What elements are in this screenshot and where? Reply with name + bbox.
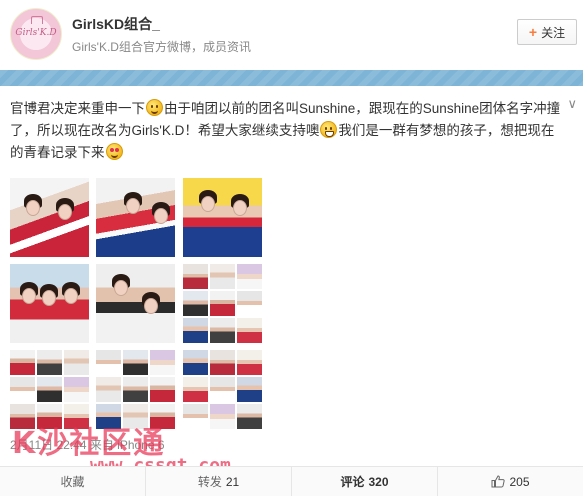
comment-label: 评论 [340, 475, 365, 489]
post-photo[interactable] [237, 377, 262, 402]
post-photo[interactable] [64, 377, 89, 402]
post-photo[interactable] [64, 350, 89, 375]
post-photo[interactable] [237, 318, 262, 343]
thumbs-up-icon [491, 475, 506, 488]
follow-label: 关注 [541, 25, 566, 40]
user-name[interactable]: GirlsKD组合_ [72, 14, 160, 34]
post-photo[interactable] [96, 404, 121, 429]
repost-count: 21 [225, 474, 240, 489]
post-photo[interactable] [210, 377, 235, 402]
post-photo[interactable] [123, 404, 148, 429]
post-photo[interactable] [96, 264, 175, 343]
like-count: 205 [509, 474, 530, 489]
post-card: ∨ 官博君决定来重申一下 由于咱团以前的团名叫Sunshine，跟现在的Sunsh… [0, 86, 583, 464]
post-photo[interactable] [150, 404, 175, 429]
post-photo[interactable] [150, 350, 175, 375]
post-photo[interactable] [183, 291, 208, 316]
post-photo[interactable] [183, 264, 208, 289]
user-header: Girls'K.D GirlsKD组合_ Girls'K.D组合官方微博，成员资… [0, 0, 583, 70]
post-photo[interactable] [210, 291, 235, 316]
comment-count: 320 [368, 474, 389, 489]
post-photo[interactable] [183, 377, 208, 402]
follow-button[interactable]: + 关注 [517, 19, 577, 45]
chevron-down-icon[interactable]: ∨ [567, 96, 577, 112]
post-photo[interactable] [10, 264, 89, 343]
post-photo[interactable] [123, 350, 148, 375]
post-photo[interactable] [183, 178, 262, 257]
post-photo[interactable] [37, 404, 62, 429]
banner-strip [0, 70, 583, 86]
smile-emoji-icon [146, 99, 163, 116]
post-photo[interactable] [96, 377, 121, 402]
repost-button[interactable]: 转发 21 [146, 467, 292, 496]
post-photo[interactable] [210, 318, 235, 343]
post-photo[interactable] [96, 178, 175, 257]
post-timestamp[interactable]: 2月11日 22:44 来自 iPhone 6 [10, 436, 165, 453]
post-photo[interactable] [237, 404, 262, 429]
post-text: 官博君决定来重申一下 由于咱团以前的团名叫Sunshine，跟现在的Sunshin… [10, 98, 562, 164]
post-photo[interactable] [183, 350, 208, 375]
post-photo[interactable] [96, 350, 121, 375]
grin-emoji-icon [320, 121, 338, 138]
plus-icon: + [528, 24, 538, 40]
post-photo[interactable] [237, 291, 262, 316]
post-photo[interactable] [210, 264, 235, 289]
post-photo[interactable] [10, 350, 35, 375]
like-button[interactable]: 205 [438, 467, 583, 496]
post-photo[interactable] [123, 377, 148, 402]
post-photo[interactable] [183, 404, 208, 429]
user-description: Girls'K.D组合官方微博，成员资讯 [72, 40, 251, 54]
post-photo[interactable] [150, 377, 175, 402]
post-photo[interactable] [10, 404, 35, 429]
post-photo[interactable] [37, 350, 62, 375]
weibo-post-page: Girls'K.D GirlsKD组合_ Girls'K.D组合官方微博，成员资… [0, 0, 583, 496]
post-photo[interactable] [10, 377, 35, 402]
post-text-part: 官博君决定来重申一下 [10, 101, 145, 116]
post-photo[interactable] [64, 404, 89, 429]
repost-label: 转发 [197, 475, 222, 489]
action-bar: 收藏 转发 21 评论 320 205 [0, 466, 583, 496]
post-photo[interactable] [210, 350, 235, 375]
post-photo[interactable] [10, 178, 89, 257]
avatar-logo: Girls'K.D [15, 28, 57, 38]
post-photo[interactable] [210, 404, 235, 429]
crown-icon [31, 16, 43, 24]
heart-eyes-emoji-icon [105, 143, 123, 160]
comment-button[interactable]: 评论 320 [292, 467, 438, 496]
avatar[interactable]: Girls'K.D [10, 8, 62, 60]
favorite-button[interactable]: 收藏 [0, 467, 146, 496]
post-photo[interactable] [37, 377, 62, 402]
post-photo[interactable] [183, 318, 208, 343]
post-photo[interactable] [237, 264, 262, 289]
post-photo[interactable] [237, 350, 262, 375]
favorite-label: 收藏 [60, 475, 85, 489]
